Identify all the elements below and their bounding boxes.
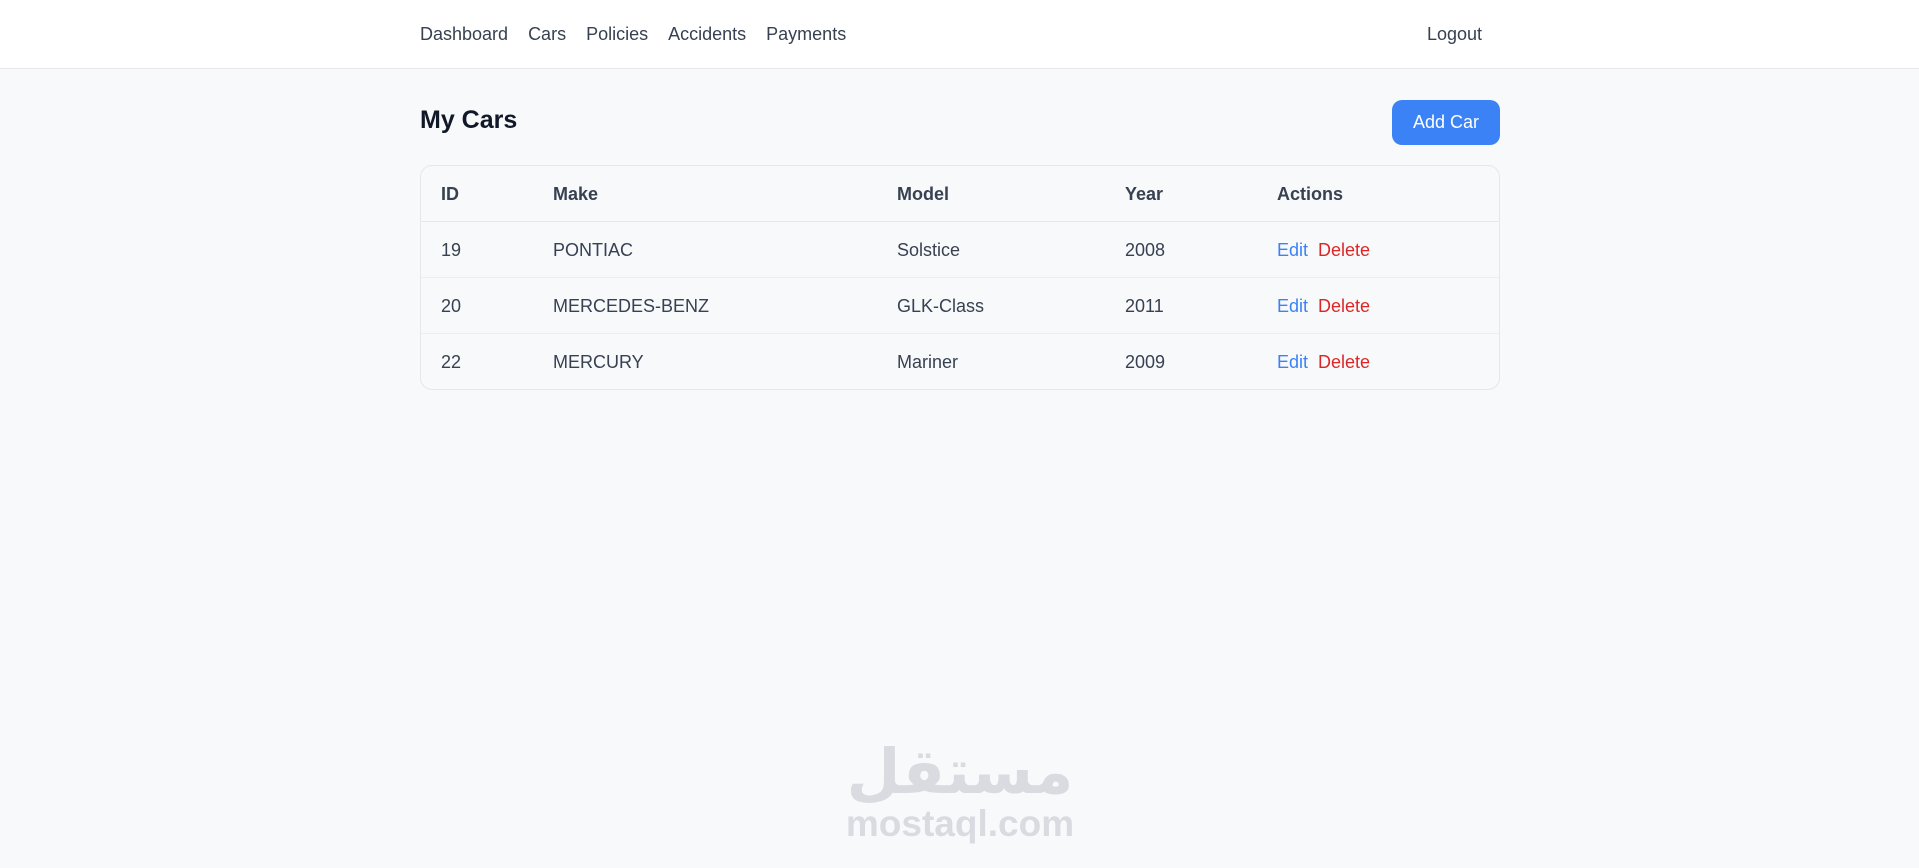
cell-model: Solstice — [897, 239, 961, 260]
nav-link-accidents[interactable]: Accidents — [668, 24, 746, 45]
table-row: 19 PONTIAC Solstice 2008 Edit Delete — [421, 222, 1499, 278]
delete-link[interactable]: Delete — [1318, 352, 1370, 373]
column-header-year: Year — [1125, 183, 1164, 204]
nav-link-cars[interactable]: Cars — [528, 24, 566, 45]
delete-link[interactable]: Delete — [1318, 240, 1370, 261]
cell-model: Mariner — [897, 351, 959, 372]
watermark-logo: مستقل — [846, 735, 1074, 808]
logout-link[interactable]: Logout — [1427, 0, 1482, 69]
cell-id: 22 — [441, 351, 462, 372]
cell-make: MERCURY — [553, 351, 644, 372]
top-navbar: Dashboard Cars Policies Accidents Paymen… — [0, 0, 1919, 69]
table-row: 20 MERCEDES-BENZ GLK-Class 2011 Edit Del… — [421, 278, 1499, 334]
cell-model: GLK-Class — [897, 295, 985, 316]
cell-make: MERCEDES-BENZ — [553, 295, 710, 316]
nav-link-policies[interactable]: Policies — [586, 24, 648, 45]
cars-table: ID Make Model Year Actions 19 PONTIAC So… — [420, 165, 1500, 390]
cell-actions: Edit Delete — [1277, 278, 1370, 334]
main-nav: Dashboard Cars Policies Accidents Paymen… — [420, 0, 866, 69]
edit-link[interactable]: Edit — [1277, 296, 1308, 317]
cell-actions: Edit Delete — [1277, 334, 1370, 389]
column-header-make: Make — [553, 183, 599, 204]
cell-actions: Edit Delete — [1277, 222, 1370, 278]
edit-link[interactable]: Edit — [1277, 352, 1308, 373]
cell-year: 2008 — [1125, 239, 1166, 260]
cell-id: 20 — [441, 295, 462, 316]
table-row: 22 MERCURY Mariner 2009 Edit Delete — [421, 334, 1499, 389]
table-header-row: ID Make Model Year Actions — [421, 166, 1499, 222]
column-header-actions: Actions — [1277, 183, 1344, 204]
cell-year: 2009 — [1125, 351, 1166, 372]
nav-link-payments[interactable]: Payments — [766, 24, 846, 45]
cell-year: 2011 — [1125, 295, 1164, 316]
nav-link-dashboard[interactable]: Dashboard — [420, 24, 508, 45]
column-header-id: ID — [441, 183, 459, 204]
cell-id: 19 — [441, 239, 462, 260]
edit-link[interactable]: Edit — [1277, 240, 1308, 261]
add-car-button[interactable]: Add Car — [1392, 100, 1500, 145]
column-header-model: Model — [897, 183, 949, 204]
watermark-domain: mostaql.com — [845, 803, 1075, 844]
page-title: My Cars — [420, 106, 518, 134]
cell-make: PONTIAC — [553, 239, 634, 260]
delete-link[interactable]: Delete — [1318, 296, 1370, 317]
mostaql-watermark: مستقل mostaql.com — [845, 740, 1075, 844]
